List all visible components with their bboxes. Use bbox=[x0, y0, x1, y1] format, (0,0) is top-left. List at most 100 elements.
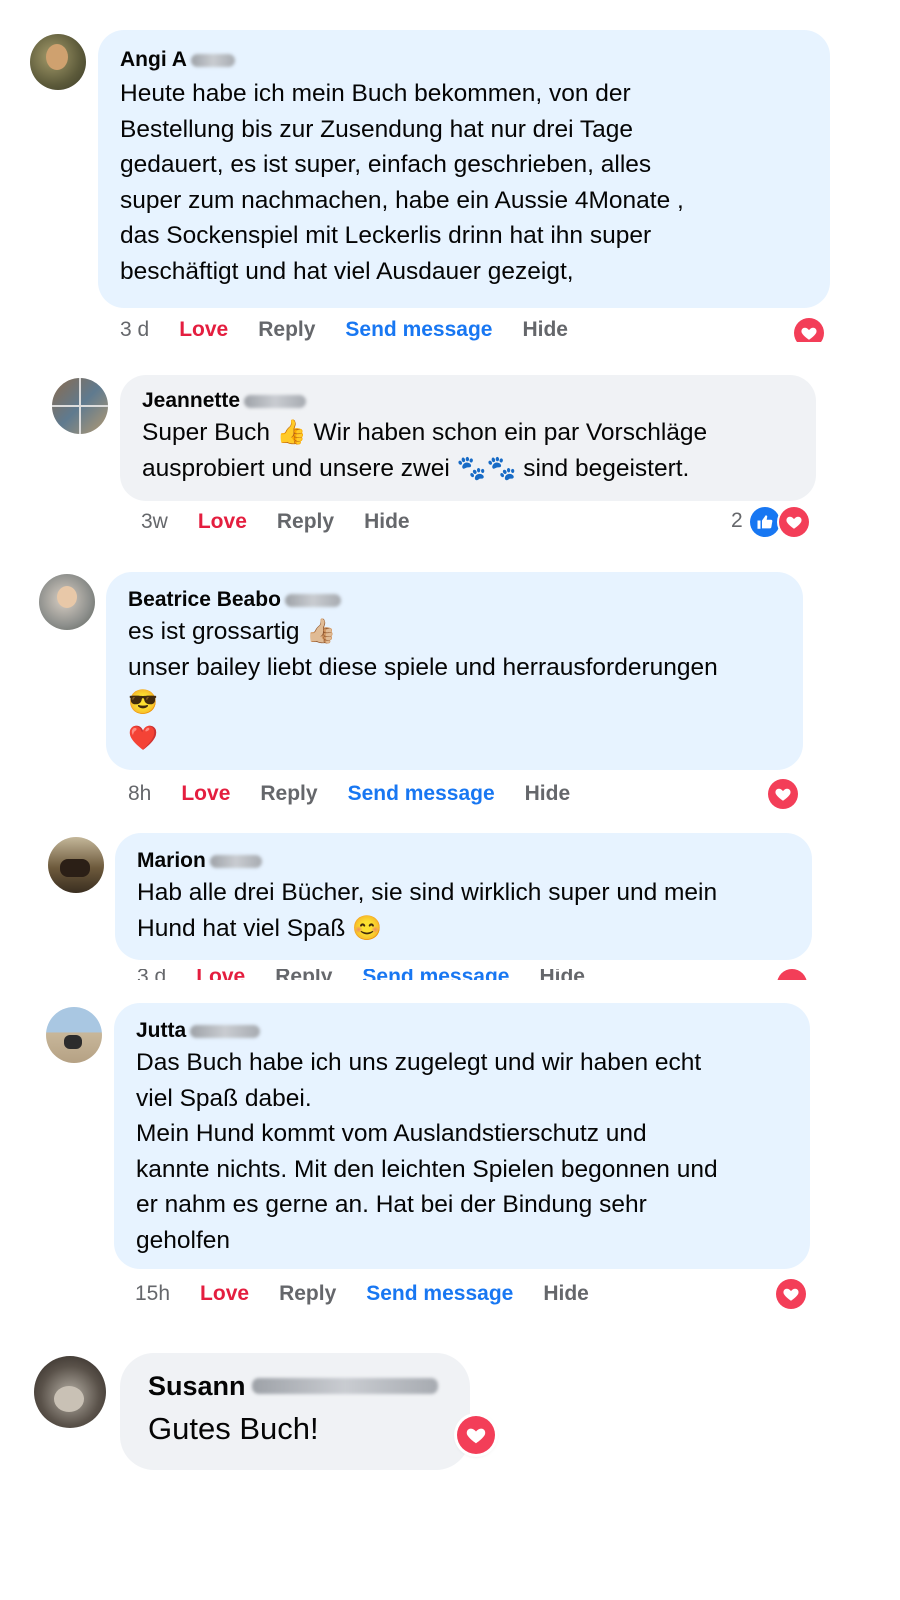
comment-line: viel Spaß dabei. bbox=[136, 1084, 312, 1112]
send-message-button[interactable]: Send message bbox=[366, 1282, 513, 1306]
actions-clip: 3 d Love Reply Send message Hide bbox=[0, 316, 900, 342]
avatar-grid bbox=[52, 405, 108, 407]
avatar-figure bbox=[46, 44, 68, 70]
comment-line: kannte nichts. Mit den leichten Spielen … bbox=[136, 1155, 718, 1183]
timestamp[interactable]: 3w bbox=[141, 510, 168, 534]
author-name-text: Angi A bbox=[120, 48, 187, 71]
love-reaction-icon[interactable] bbox=[457, 1416, 495, 1454]
love-button[interactable]: Love bbox=[181, 782, 230, 806]
avatar-figure bbox=[57, 586, 77, 608]
comment-line: unser bailey liebt diese spiele und herr… bbox=[128, 653, 718, 681]
comment-line: ausprobiert und unsere zwei 🐾🐾 sind bege… bbox=[142, 451, 794, 487]
comment-beatrice: Beatrice Beabo es ist grossartig 👍🏼 unse… bbox=[0, 560, 900, 820]
author-surname-blur bbox=[190, 1024, 261, 1038]
comment-line: beschäftigt und hat viel Ausdauer gezeig… bbox=[120, 257, 574, 285]
paws-emoji: 🐾🐾 bbox=[456, 454, 517, 482]
comment-text: Hab alle drei Bücher, sie sind wirklich … bbox=[137, 875, 790, 946]
love-button[interactable]: Love bbox=[200, 1282, 249, 1306]
author-surname-blur bbox=[209, 854, 262, 868]
reply-button[interactable]: Reply bbox=[258, 318, 315, 342]
comment-line: das Sockenspiel mit Leckerlis drinn hat … bbox=[120, 222, 652, 249]
author-name[interactable]: Jutta bbox=[136, 1017, 788, 1045]
author-name-text: Jeannette bbox=[142, 389, 241, 412]
timestamp[interactable]: 15h bbox=[135, 1282, 170, 1306]
comment-bubble: Marion Hab alle drei Bücher, sie sind wi… bbox=[115, 833, 812, 960]
comment-line: Hab alle drei Bücher, sie sind wirklich … bbox=[137, 879, 718, 906]
comment-line: Super Buch 👍 Wir haben schon ein par Vor… bbox=[142, 415, 794, 451]
reply-button[interactable]: Reply bbox=[275, 969, 332, 980]
send-message-button[interactable]: Send message bbox=[348, 782, 495, 806]
reply-button[interactable]: Reply bbox=[277, 510, 334, 534]
hide-button[interactable]: Hide bbox=[525, 782, 571, 806]
thumbs-up-emoji: 👍🏼 bbox=[306, 618, 337, 645]
comment-line: geholfen bbox=[136, 1226, 231, 1254]
love-button[interactable]: Love bbox=[198, 510, 247, 534]
love-button[interactable]: Love bbox=[179, 318, 228, 342]
comment-text-segment: Super Buch bbox=[142, 419, 271, 446]
comment-bubble: Susann Gutes Buch! bbox=[120, 1353, 470, 1470]
heart-emoji: ❤️ bbox=[128, 724, 158, 752]
comment-text-segment: ausprobiert und unsere zwei bbox=[142, 454, 450, 482]
love-reaction-icon[interactable] bbox=[777, 969, 807, 980]
author-name[interactable]: Susann bbox=[148, 1369, 442, 1403]
comment-line: Mein Hund kommt vom Auslandstierschutz u… bbox=[136, 1120, 647, 1147]
comment-text-segment: sind begeistert. bbox=[523, 454, 690, 482]
avatar[interactable] bbox=[39, 574, 95, 630]
comment-line: gedauert, es ist super, einfach geschrie… bbox=[120, 151, 652, 178]
reply-button[interactable]: Reply bbox=[260, 782, 317, 806]
comment-line: er nahm es gerne an. Hat bei der Bindung… bbox=[136, 1191, 647, 1218]
send-message-button[interactable]: Send message bbox=[345, 318, 492, 342]
comment-jeannette: Jeannette Super Buch 👍 Wir haben schon e… bbox=[0, 360, 900, 550]
author-name-text: Marion bbox=[137, 849, 206, 872]
hide-button[interactable]: Hide bbox=[522, 318, 568, 342]
author-name[interactable]: Jeannette bbox=[142, 387, 794, 415]
comment-text: Das Buch habe ich uns zugelegt und wir h… bbox=[136, 1045, 788, 1258]
comment-line: Bestellung bis zur Zusendung hat nur dre… bbox=[120, 115, 634, 143]
comment-text: Heute habe ich mein Buch bekommen, von d… bbox=[120, 76, 808, 289]
comment-line: Das Buch habe ich uns zugelegt und wir h… bbox=[136, 1049, 702, 1076]
avatar[interactable] bbox=[30, 34, 86, 90]
comment-actions: 3w Love Reply Hide bbox=[141, 510, 440, 534]
author-surname-blur bbox=[190, 53, 235, 67]
love-reaction-icon[interactable] bbox=[776, 1279, 806, 1309]
avatar-figure bbox=[64, 1035, 82, 1049]
author-name-text: Beatrice Beabo bbox=[128, 588, 281, 611]
love-reaction-icon[interactable] bbox=[768, 779, 798, 809]
reaction-count[interactable]: 2 bbox=[731, 509, 743, 533]
comment-line: Heute habe ich mein Buch bekommen, von d… bbox=[120, 80, 631, 107]
actions-clip: 3 d Love Reply Send message Hide bbox=[0, 969, 900, 980]
author-name[interactable]: Marion bbox=[137, 847, 790, 875]
comment-actions: 3 d Love Reply Send message Hide bbox=[137, 969, 615, 980]
avatar[interactable] bbox=[34, 1356, 106, 1428]
hide-button[interactable]: Hide bbox=[364, 510, 410, 534]
avatar[interactable] bbox=[46, 1007, 102, 1063]
author-surname-blur bbox=[284, 593, 341, 607]
avatar[interactable] bbox=[52, 378, 108, 434]
comment-text: es ist grossartig 👍🏼 unser bailey liebt … bbox=[128, 614, 781, 756]
like-reaction-icon[interactable] bbox=[750, 507, 780, 537]
timestamp[interactable]: 3 d bbox=[120, 318, 149, 342]
author-name-text: Jutta bbox=[136, 1019, 187, 1042]
author-name-text: Susann bbox=[148, 1371, 246, 1401]
comment-text: Gutes Buch! bbox=[148, 1411, 319, 1446]
comment-jutta: Jutta Das Buch habe ich uns zugelegt und… bbox=[0, 995, 900, 1325]
hide-button[interactable]: Hide bbox=[543, 1282, 589, 1306]
timestamp[interactable]: 8h bbox=[128, 782, 151, 806]
hide-button[interactable]: Hide bbox=[539, 969, 585, 980]
author-name[interactable]: Angi A bbox=[120, 46, 808, 74]
sunglasses-emoji: 😎 bbox=[128, 689, 158, 716]
send-message-button[interactable]: Send message bbox=[362, 969, 509, 980]
thumbs-up-emoji: 👍 bbox=[276, 419, 307, 446]
author-surname-blur bbox=[251, 1378, 438, 1394]
love-reaction-icon[interactable] bbox=[779, 507, 809, 537]
author-name[interactable]: Beatrice Beabo bbox=[128, 586, 781, 614]
comment-line: Hund hat viel Spaß 😊 bbox=[137, 911, 790, 947]
comment-susann: Susann Gutes Buch! bbox=[0, 1340, 900, 1490]
reply-button[interactable]: Reply bbox=[279, 1282, 336, 1306]
love-button[interactable]: Love bbox=[196, 969, 245, 980]
love-reaction-icon[interactable] bbox=[794, 318, 824, 342]
avatar[interactable] bbox=[48, 837, 104, 893]
comment-text-segment: Wir haben schon ein par Vorschläge bbox=[313, 419, 708, 446]
comment-bubble: Angi A Heute habe ich mein Buch bekommen… bbox=[98, 30, 830, 308]
timestamp[interactable]: 3 d bbox=[137, 969, 166, 980]
